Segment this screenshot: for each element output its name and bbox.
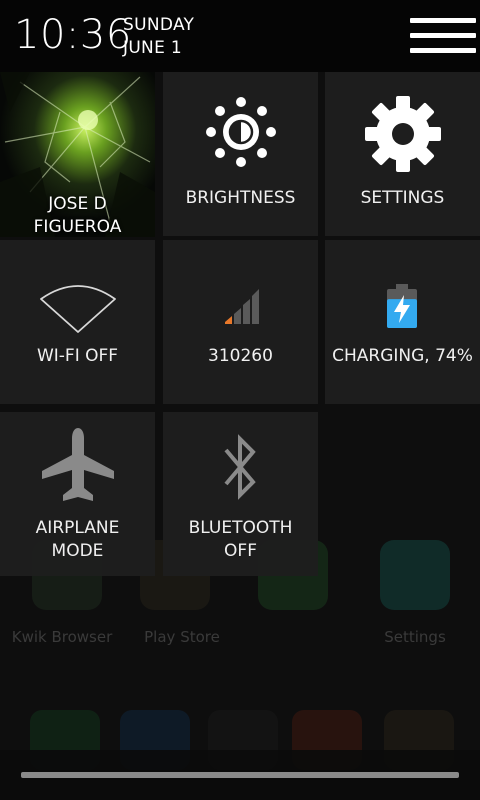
bluetooth-tile[interactable]: BLUETOOTH OFF <box>163 412 318 576</box>
battery-tile[interactable]: CHARGING, 74% <box>325 240 480 404</box>
status-bar: 10:36 SUNDAY JUNE 1 <box>0 0 480 72</box>
brightness-label: BRIGHTNESS <box>185 188 296 208</box>
menu-icon-bar <box>410 33 476 38</box>
brightness-icon <box>206 97 276 167</box>
menu-icon-bar <box>410 48 476 53</box>
airplane-label: AIRPLANE MODE <box>35 518 120 561</box>
wifi-tile[interactable]: WI-FI OFF <box>0 240 155 404</box>
airplane-icon <box>42 428 114 501</box>
carrier-label: 310260 <box>208 346 273 366</box>
menu-icon-bar <box>410 18 476 23</box>
bg-app-label-3: Settings <box>384 628 446 646</box>
battery-label: CHARGING, 74% <box>332 346 473 366</box>
menu-icon[interactable] <box>404 14 480 58</box>
cell-signal-icon <box>225 289 259 324</box>
shade-drag-handle[interactable] <box>21 772 459 778</box>
date-date: JUNE 1 <box>123 38 182 58</box>
brightness-tile[interactable]: BRIGHTNESS <box>163 72 318 236</box>
bg-app-icon-4 <box>380 540 450 610</box>
user-name: JOSE D FIGUEROA <box>33 194 122 237</box>
wifi-label: WI-FI OFF <box>36 346 119 366</box>
settings-label: SETTINGS <box>360 188 445 208</box>
date-day: SUNDAY <box>123 15 195 35</box>
screen: Kwik Browser Play Store Settings 10:36 S… <box>0 0 480 800</box>
bluetooth-label: BLUETOOTH OFF <box>188 518 293 561</box>
settings-tile[interactable]: SETTINGS <box>325 72 480 236</box>
gear-icon <box>365 96 441 172</box>
bluetooth-icon <box>224 434 256 500</box>
battery-charging-icon <box>387 284 417 328</box>
airplane-mode-tile[interactable]: AIRPLANE MODE <box>0 412 155 576</box>
mobile-signal-tile[interactable]: 310260 <box>163 240 318 404</box>
clock: 10:36 <box>14 12 132 58</box>
wifi-icon <box>40 285 116 333</box>
bg-app-label-2: Play Store <box>144 628 220 646</box>
